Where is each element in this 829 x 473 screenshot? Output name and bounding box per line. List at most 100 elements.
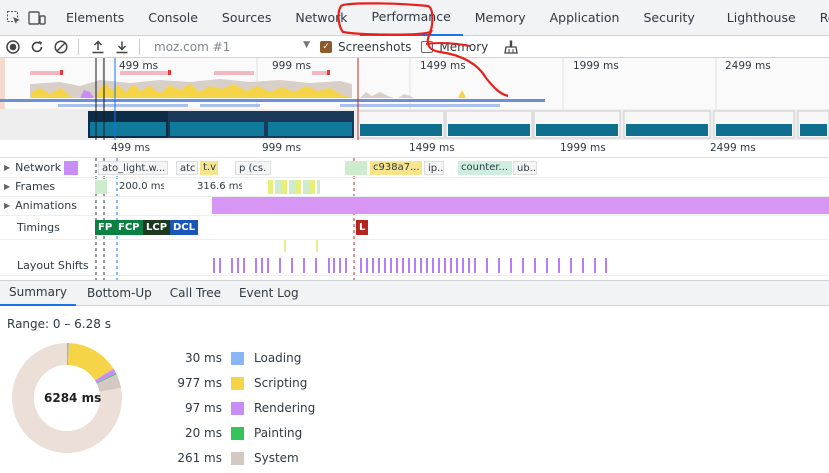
fp-marker[interactable]: FP bbox=[95, 220, 116, 235]
legend-label: Loading bbox=[254, 351, 302, 365]
inspect-element-icon[interactable] bbox=[6, 8, 22, 28]
dcl-marker[interactable]: DCL bbox=[170, 220, 199, 235]
timings-track-title: Timings bbox=[17, 221, 60, 234]
expand-triangle-icon: ▶ bbox=[4, 182, 11, 191]
recording-select-value: moz.com #1 bbox=[154, 39, 231, 54]
timeline-ruler: 499 ms 999 ms 1499 ms 1999 ms 2499 ms bbox=[0, 140, 829, 158]
summary-range: Range: 0 – 6.28 s bbox=[7, 317, 111, 331]
performance-toolbar: moz.com #1 ▼ ✓ Screenshots Memory bbox=[0, 36, 829, 58]
frame-block[interactable] bbox=[268, 180, 320, 194]
frame-duration[interactable]: 316.6 ms bbox=[194, 180, 242, 194]
ruler-tick: 2499 ms bbox=[710, 142, 756, 154]
network-request[interactable]: ub... bbox=[513, 161, 537, 175]
dropdown-arrow-icon: ▼ bbox=[303, 39, 310, 50]
network-track-title: Network bbox=[15, 161, 62, 174]
summary-total: 6284 ms bbox=[44, 391, 102, 405]
network-request[interactable] bbox=[64, 161, 78, 175]
legend-row-system: 261 ms System bbox=[130, 450, 299, 466]
animations-track[interactable]: ▶ Animations bbox=[0, 196, 829, 216]
tab-elements[interactable]: Elements bbox=[54, 0, 136, 36]
tab-performance[interactable]: Performance bbox=[359, 0, 463, 36]
rendering-swatch bbox=[231, 401, 244, 415]
load-marker[interactable]: L bbox=[356, 220, 369, 235]
timing-tick bbox=[284, 240, 286, 252]
devtools-tabbar: Elements Console Sources Network Perform… bbox=[0, 0, 829, 36]
toolbar-divider bbox=[139, 38, 140, 55]
fcp-marker[interactable]: FCP bbox=[115, 220, 143, 235]
legend-row-loading: 30 ms Loading bbox=[130, 350, 301, 366]
loading-swatch bbox=[231, 351, 244, 365]
legend-label: Painting bbox=[254, 426, 303, 440]
legend-value: 261 ms bbox=[177, 451, 222, 465]
frame-duration[interactable]: 200.0 ms bbox=[116, 180, 164, 194]
ruler-tick: 499 ms bbox=[111, 142, 151, 154]
tab-call-tree[interactable]: Call Tree bbox=[161, 280, 230, 306]
frames-track[interactable]: ▶ Frames 200.0 ms 316.6 ms bbox=[0, 177, 829, 197]
details-tabbar: Summary Bottom-Up Call Tree Event Log bbox=[0, 280, 829, 306]
animations-track-label[interactable]: ▶ Animations bbox=[4, 199, 77, 212]
expand-triangle-icon: ▶ bbox=[4, 163, 11, 172]
network-request[interactable]: ato_light.w... bbox=[98, 161, 168, 175]
clear-icon[interactable] bbox=[50, 37, 72, 57]
layout-shift-marks bbox=[213, 258, 607, 273]
animation-bar[interactable] bbox=[212, 197, 829, 214]
legend-value: 20 ms bbox=[184, 426, 222, 440]
network-request[interactable]: t.v bbox=[200, 161, 218, 175]
animations-track-title: Animations bbox=[15, 199, 77, 212]
network-request[interactable]: c938a7... bbox=[370, 161, 422, 175]
legend-value: 30 ms bbox=[184, 351, 222, 365]
screenshots-label: Screenshots bbox=[338, 39, 412, 54]
tab-event-log[interactable]: Event Log bbox=[230, 280, 308, 306]
timings-subrow bbox=[0, 240, 829, 256]
legend-row-scripting: 977 ms Scripting bbox=[130, 375, 307, 391]
overview-tick: 1999 ms bbox=[573, 60, 619, 72]
ruler-tick: 1499 ms bbox=[409, 142, 455, 154]
timeline-overview[interactable]: 499 ms 999 ms 1499 ms 1999 ms 2499 ms bbox=[0, 58, 829, 140]
frames-track-title: Frames bbox=[15, 180, 56, 193]
overview-tick: 999 ms bbox=[272, 60, 312, 72]
frame-block[interactable] bbox=[95, 180, 107, 194]
tab-console[interactable]: Console bbox=[136, 0, 210, 36]
checkbox-empty-icon bbox=[421, 40, 434, 53]
legend-label: Rendering bbox=[254, 401, 316, 415]
tab-bottom-up[interactable]: Bottom-Up bbox=[78, 280, 161, 306]
frames-track-label[interactable]: ▶ Frames bbox=[4, 180, 55, 193]
network-request[interactable] bbox=[345, 161, 367, 175]
legend-row-rendering: 97 ms Rendering bbox=[130, 400, 315, 416]
network-request[interactable]: ip... bbox=[424, 161, 444, 175]
tab-network[interactable]: Network bbox=[283, 0, 359, 36]
layout-shifts-track[interactable]: Layout Shifts bbox=[0, 256, 829, 276]
tab-summary[interactable]: Summary bbox=[0, 280, 76, 306]
recording-select[interactable]: moz.com #1 ▼ bbox=[154, 38, 314, 56]
lcp-marker[interactable]: LCP bbox=[143, 220, 171, 235]
reload-record-icon[interactable] bbox=[26, 37, 48, 57]
network-request[interactable]: counter... bbox=[458, 161, 512, 175]
memory-checkbox[interactable]: Memory bbox=[421, 40, 488, 54]
download-profile-icon[interactable] bbox=[111, 37, 133, 57]
ruler-tick: 1999 ms bbox=[560, 142, 606, 154]
network-request[interactable]: p (cs. bbox=[235, 161, 271, 175]
toolbar-divider bbox=[78, 38, 79, 55]
screenshots-checkbox[interactable]: ✓ Screenshots bbox=[320, 40, 411, 54]
tab-recorder[interactable]: Recorder bbox=[808, 0, 829, 36]
network-track[interactable]: ▶ Network ato_light.w... atc t.v p (cs. … bbox=[0, 158, 829, 178]
expand-triangle-icon: ▶ bbox=[4, 201, 11, 210]
tab-memory[interactable]: Memory bbox=[463, 0, 538, 36]
timing-tick bbox=[316, 240, 318, 252]
broom-gc-icon[interactable] bbox=[500, 37, 522, 57]
legend-value: 977 ms bbox=[177, 376, 222, 390]
timings-track[interactable]: Timings FP FCP LCP DCL L bbox=[0, 216, 829, 240]
tab-security[interactable]: Security bbox=[631, 0, 706, 36]
device-toolbar-icon[interactable] bbox=[28, 8, 46, 28]
legend-value: 97 ms bbox=[184, 401, 222, 415]
upload-profile-icon[interactable] bbox=[87, 37, 109, 57]
overview-tick: 1499 ms bbox=[420, 60, 466, 72]
legend-label: System bbox=[254, 451, 299, 465]
tab-application[interactable]: Application bbox=[538, 0, 632, 36]
tab-sources[interactable]: Sources bbox=[210, 0, 283, 36]
memory-label: Memory bbox=[439, 39, 489, 54]
network-request[interactable]: atc bbox=[176, 161, 198, 175]
tab-lighthouse[interactable]: Lighthouse bbox=[715, 0, 808, 36]
network-track-label[interactable]: ▶ Network bbox=[4, 161, 61, 174]
record-icon[interactable] bbox=[2, 37, 24, 57]
